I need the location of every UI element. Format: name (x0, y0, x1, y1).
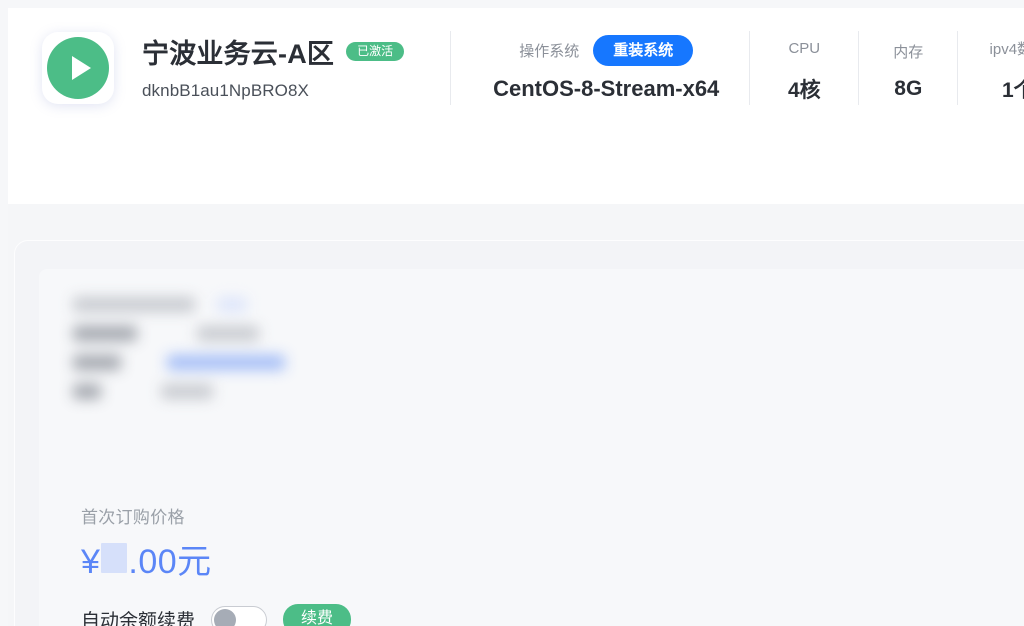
price-block: 首次订购价格 ¥ .00元 (81, 503, 212, 583)
page-root: 宁波业务云-A区 已激活 dknbB1au1NpBRO8X 操作系统 重装系统 … (0, 0, 1024, 626)
redacted-row (73, 384, 285, 399)
ipv4-label-row: ipv4数量 (990, 33, 1024, 65)
os-label-row: 操作系统 重装系统 (519, 35, 694, 67)
spec-column-memory: 内存 8G (859, 28, 957, 108)
instance-id: dknbB1au1NpBRO8X (142, 80, 309, 100)
instance-avatar (42, 32, 114, 104)
memory-label: 内存 (893, 44, 924, 61)
ipv4-value: 1个 (1001, 78, 1024, 102)
play-circle-icon (47, 37, 109, 99)
os-value: CentOS-8-Stream-x64 (493, 75, 720, 101)
instance-title-block: 宁波业务云-A区 已激活 dknbB1au1NpBRO8X (142, 34, 405, 103)
ipv4-label: ipv4数量 (989, 41, 1024, 58)
redacted-text (73, 384, 101, 399)
redacted-text (167, 355, 285, 370)
redacted-text (197, 326, 259, 341)
cpu-label: CPU (788, 40, 821, 57)
spec-column-ipv4: ipv4数量 1个 (958, 28, 1024, 108)
redacted-text (73, 297, 195, 312)
renew-button[interactable]: 续费 (283, 604, 352, 626)
cpu-value: 4核 (787, 78, 821, 102)
redacted-info-block (73, 297, 285, 413)
toggle-knob (214, 608, 237, 626)
redacted-text (217, 297, 247, 312)
memory-label-row: 内存 (893, 36, 923, 68)
divider (450, 31, 452, 105)
redacted-text (73, 326, 137, 341)
price-currency-symbol: ¥ (81, 543, 101, 581)
auto-renew-toggle[interactable] (211, 605, 268, 626)
detail-inner-panel: 首次订购价格 ¥ .00元 自动余额续费 续费 (39, 269, 1024, 626)
title-line: 宁波业务云-A区 已激活 (142, 34, 405, 70)
redacted-row (73, 355, 285, 370)
left-gutter (0, 0, 8, 626)
spec-column-os: 操作系统 重装系统 CentOS-8-Stream-x64 (493, 28, 719, 108)
redacted-text (73, 355, 121, 370)
play-triangle-icon (72, 56, 91, 80)
cpu-label-row: CPU (788, 33, 820, 65)
price-value: ¥ .00元 (81, 534, 212, 583)
status-badge: 已激活 (346, 42, 405, 61)
price-decimal-part: .00元 (128, 543, 212, 581)
redacted-text (161, 384, 213, 399)
reinstall-system-button[interactable]: 重装系统 (593, 35, 694, 66)
instance-header-panel: 宁波业务云-A区 已激活 dknbB1au1NpBRO8X 操作系统 重装系统 … (8, 8, 1024, 204)
spec-column-cpu: CPU 4核 (750, 28, 858, 108)
page-title: 宁波业务云-A区 (142, 39, 335, 69)
auto-renew-row: 自动余额续费 续费 (81, 604, 352, 626)
redacted-row (73, 326, 285, 341)
price-redacted-digits (101, 543, 128, 573)
header-row: 宁波业务云-A区 已激活 dknbB1au1NpBRO8X 操作系统 重装系统 … (8, 8, 1024, 128)
instance-detail-card: 首次订购价格 ¥ .00元 自动余额续费 续费 (14, 240, 1024, 626)
top-gutter (0, 0, 1024, 8)
price-label: 首次订购价格 (81, 508, 185, 527)
auto-renew-label: 自动余额续费 (81, 611, 196, 626)
redacted-row (73, 297, 285, 312)
memory-value: 8G (894, 76, 923, 100)
os-label: 操作系统 (519, 43, 580, 60)
